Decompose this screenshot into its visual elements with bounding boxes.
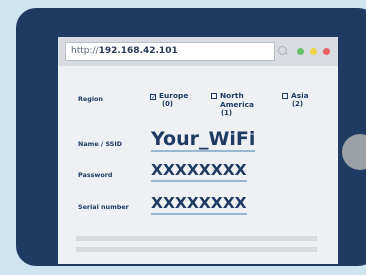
browser-window: http://192.168.42.101 Region ✓ Europe (0)… xyxy=(58,37,338,264)
region-option-europe[interactable]: ✓ Europe (0) xyxy=(150,91,188,109)
serial-number-label: Serial number xyxy=(78,203,129,211)
ssid-label: Name / SSID xyxy=(78,140,123,148)
password-label: Password xyxy=(78,171,113,179)
window-close-dot[interactable] xyxy=(323,48,330,55)
browser-toolbar: http://192.168.42.101 xyxy=(58,37,338,66)
url-protocol: http:// xyxy=(71,46,99,56)
region-name: Europe xyxy=(159,91,189,100)
checkbox-icon[interactable] xyxy=(282,93,288,99)
window-maximize-dot[interactable] xyxy=(297,48,304,55)
search-icon[interactable] xyxy=(278,46,287,55)
region-option-asia[interactable]: Asia (2) xyxy=(282,91,309,109)
checkbox-checked-icon[interactable]: ✓ xyxy=(150,94,156,101)
region-option-north-america[interactable]: North America (1) xyxy=(211,91,259,118)
region-name: North America xyxy=(220,91,254,109)
placeholder-line xyxy=(76,247,317,252)
home-button[interactable] xyxy=(342,134,366,170)
url-host: 192.168.42.101 xyxy=(98,46,178,56)
region-name: Asia xyxy=(291,91,309,100)
window-minimize-dot[interactable] xyxy=(310,48,317,55)
region-count: (2) xyxy=(292,100,303,108)
checkbox-icon[interactable] xyxy=(211,93,217,99)
region-count: (0) xyxy=(162,100,173,108)
serial-number-field[interactable]: XXXXXXXX xyxy=(151,194,247,215)
ssid-field[interactable]: Your_WiFi xyxy=(151,128,256,152)
password-field[interactable]: XXXXXXXX xyxy=(151,161,247,182)
placeholder-line xyxy=(76,236,317,241)
region-label: Region xyxy=(78,95,103,103)
tablet-frame: http://192.168.42.101 Region ✓ Europe (0)… xyxy=(16,8,366,266)
region-count: (1) xyxy=(221,109,232,117)
address-bar[interactable]: http://192.168.42.101 xyxy=(65,42,275,61)
